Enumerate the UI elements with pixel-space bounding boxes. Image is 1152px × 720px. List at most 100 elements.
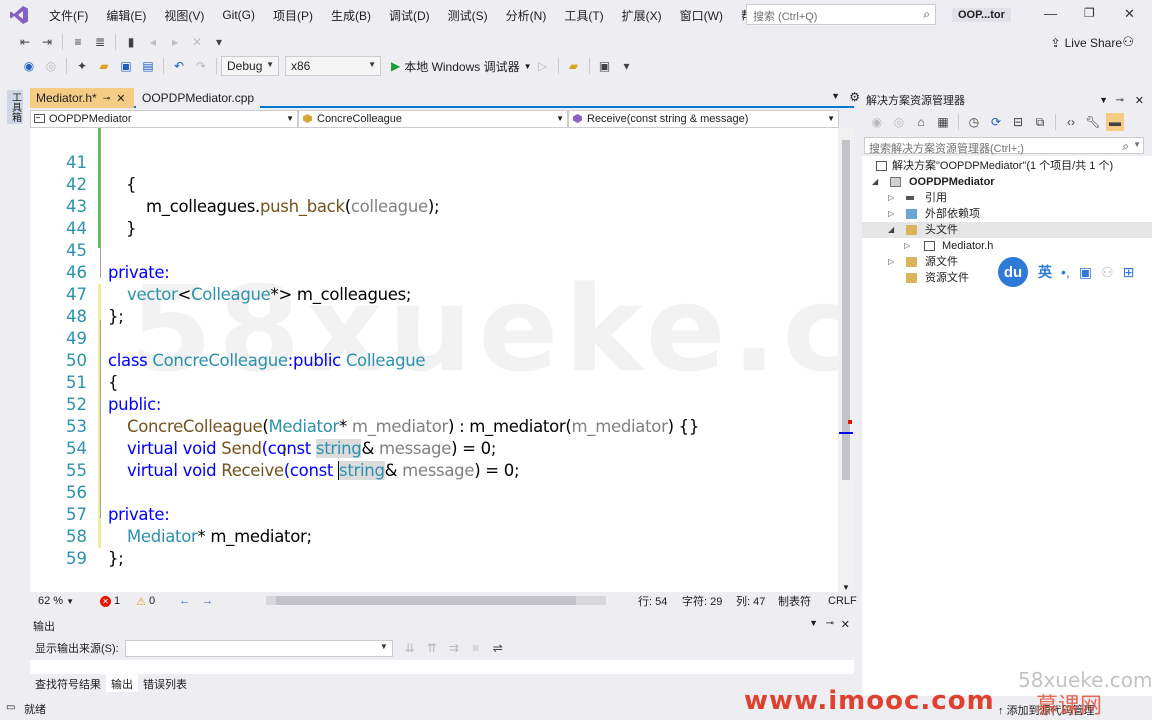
project-nav-select[interactable]: OOPDPMediator ▼ — [30, 110, 298, 128]
menu-extensions[interactable]: 扩展(X) — [613, 7, 671, 24]
visual-studio-logo-icon[interactable] — [8, 4, 30, 26]
chevron-down-icon[interactable]: ▼ — [524, 62, 532, 71]
preview-selected-icon[interactable]: ▬ — [1106, 113, 1124, 131]
sync-icon[interactable]: ⟳ — [987, 113, 1005, 131]
prev-message-icon[interactable]: ⇈ — [423, 639, 441, 657]
menu-test[interactable]: 测试(S) — [439, 7, 497, 24]
word-wrap-icon[interactable]: ⇌ — [489, 639, 507, 657]
uncomment-icon[interactable]: ≣ — [91, 33, 109, 51]
show-all-files-icon[interactable]: ⧉ — [1031, 113, 1049, 131]
browse-icon[interactable]: ▰ — [565, 57, 583, 75]
solution-config-select[interactable]: Debug ▼ — [221, 56, 279, 76]
minimize-icon[interactable]: — — [1044, 6, 1057, 21]
editor-horizontal-scrollbar[interactable] — [266, 596, 606, 605]
tree-item-solution[interactable]: 解决方案"OOPDPMediator"(1 个项目/共 1 个) — [862, 158, 1152, 174]
menu-project[interactable]: 项目(P) — [264, 7, 322, 24]
back-icon[interactable]: ◉ — [868, 113, 886, 131]
menu-view[interactable]: 视图(V) — [155, 7, 213, 24]
close-tab-icon[interactable]: ✕ — [116, 92, 125, 105]
account-icon[interactable]: ⚇ — [1122, 34, 1134, 50]
tab-find-symbol-results[interactable]: 查找符号结果 — [30, 674, 106, 692]
scroll-down-icon[interactable]: ▼ — [842, 583, 850, 592]
save-all-icon[interactable]: ▤ — [139, 57, 157, 75]
next-message-icon[interactable]: ⇉ — [445, 639, 463, 657]
pending-changes-icon[interactable]: ◷ — [965, 113, 983, 131]
tab-error-list[interactable]: 错误列表 — [138, 674, 192, 692]
collapse-all-icon[interactable]: ⊟ — [1009, 113, 1027, 131]
menu-edit[interactable]: 编辑(E) — [97, 7, 155, 24]
zoom-select[interactable]: 62 % ▼ — [38, 595, 74, 607]
find-message-icon[interactable]: ⇊ — [401, 639, 419, 657]
menu-tools[interactable]: 工具(T) — [555, 7, 612, 24]
new-project-icon[interactable]: ✦ — [73, 57, 91, 75]
screenshot-icon[interactable]: ▣ — [596, 57, 614, 75]
undo-icon[interactable]: ↶ — [170, 57, 188, 75]
close-panel-icon[interactable]: ✕ — [841, 618, 850, 631]
start-without-debugging-icon[interactable]: ▷ — [534, 57, 552, 75]
panel-menu-icon[interactable]: ▼ — [809, 618, 818, 628]
live-share-button[interactable]: ⇪ Live Share — [1051, 36, 1122, 50]
clear-bookmarks-icon[interactable]: ✕ — [188, 33, 206, 51]
error-count-button[interactable]: ✕ 1 — [100, 595, 120, 607]
view-code-icon[interactable]: ‹› — [1062, 113, 1080, 131]
indent-icon[interactable]: ⇤ — [16, 33, 34, 51]
save-icon[interactable]: ▣ — [117, 57, 135, 75]
toolbox-icon[interactable]: ▣ — [1079, 264, 1092, 281]
baidu-ime-logo[interactable]: du — [998, 257, 1028, 287]
clear-all-icon[interactable]: ≡ — [467, 639, 485, 657]
tree-item-mediator-h[interactable]: ▷ Mediator.h — [862, 238, 1152, 254]
scroll-thumb[interactable] — [842, 140, 850, 480]
menu-file[interactable]: 文件(F) — [40, 7, 97, 24]
ime-language-toggle[interactable]: 英 — [1038, 262, 1052, 282]
switch-views-icon[interactable]: ▦ — [934, 113, 952, 131]
next-bookmark-icon[interactable]: ▸ — [166, 33, 184, 51]
tree-item-header-files[interactable]: ◢ 头文件 — [862, 222, 1152, 238]
menu-build[interactable]: 生成(B) — [322, 7, 380, 24]
pin-icon[interactable]: ⊸ — [826, 618, 834, 629]
comment-icon[interactable]: ≡ — [69, 33, 87, 51]
prev-bookmark-icon[interactable]: ◂ — [144, 33, 162, 51]
class-nav-select[interactable]: ConcreColleague ▼ — [298, 110, 568, 128]
expand-icon[interactable]: ▷ — [888, 206, 894, 222]
solution-search-input[interactable]: 搜索解决方案资源管理器(Ctrl+;) ⌕ ▼ — [864, 137, 1144, 155]
tree-item-references[interactable]: ▷ 引用 — [862, 190, 1152, 206]
properties-icon[interactable]: 🔧︎ — [1084, 113, 1102, 131]
outdent-icon[interactable]: ⇥ — [38, 33, 56, 51]
settings-icon[interactable]: ⚙ — [849, 90, 860, 104]
chevron-down-icon[interactable]: ▼ — [1133, 140, 1141, 149]
redo-icon[interactable]: ↷ — [192, 57, 210, 75]
punctuation-icon[interactable]: •, — [1061, 264, 1070, 280]
code-editor[interactable]: 58xueke.com 41 { 42 m_colleagues.push_ba… — [30, 128, 838, 592]
toolbar-overflow-icon[interactable]: ▾ — [618, 57, 636, 75]
expand-icon[interactable]: ▷ — [888, 254, 894, 270]
tab-oopdpmediator-cpp[interactable]: OOPDPMediator.cpp — [136, 88, 261, 108]
tree-item-external-deps[interactable]: ▷ 外部依赖项 — [862, 206, 1152, 222]
global-search-input[interactable]: 搜索 (Ctrl+Q) ⌕ — [746, 4, 936, 25]
menu-debug[interactable]: 调试(D) — [380, 7, 439, 24]
collapse-icon[interactable]: ◢ — [888, 222, 894, 238]
toolbox-tab[interactable]: 工具箱 — [7, 90, 23, 124]
panel-menu-icon[interactable]: ▼ — [1099, 95, 1108, 105]
tab-overflow-icon[interactable]: ▼ — [831, 91, 840, 101]
user-icon[interactable]: ⚇ — [1101, 264, 1114, 281]
nav-back-icon[interactable]: ← — [179, 595, 190, 607]
toolbar-overflow-icon[interactable]: ▾ — [210, 33, 228, 51]
output-text-area[interactable] — [30, 660, 854, 674]
line-ending[interactable]: CRLF — [828, 595, 857, 607]
restore-icon[interactable]: ❐ — [1084, 6, 1095, 20]
bookmark-icon[interactable]: ▮ — [122, 33, 140, 51]
member-nav-select[interactable]: Receive(const string & message) ▼ — [568, 110, 839, 128]
nav-forward-icon[interactable]: → — [202, 595, 213, 607]
pin-icon[interactable]: ⊸ — [1116, 95, 1124, 106]
expand-icon[interactable]: ▷ — [888, 190, 894, 206]
scroll-thumb[interactable] — [276, 596, 576, 605]
collapse-icon[interactable]: ◢ — [872, 174, 878, 190]
expand-icon[interactable]: ▷ — [904, 238, 910, 254]
forward-icon[interactable]: ◎ — [890, 113, 908, 131]
start-debugger-button[interactable]: ▶ 本地 Windows 调试器 ▼ — [391, 58, 532, 75]
pin-icon[interactable]: ⊸ — [103, 93, 111, 104]
back-icon[interactable]: ◉ — [20, 57, 38, 75]
tab-mediator-h[interactable]: Mediator.h* ⊸ ✕ — [30, 88, 134, 108]
home-icon[interactable]: ⌂ — [912, 113, 930, 131]
editor-vertical-scrollbar[interactable]: ▼ — [838, 128, 854, 592]
